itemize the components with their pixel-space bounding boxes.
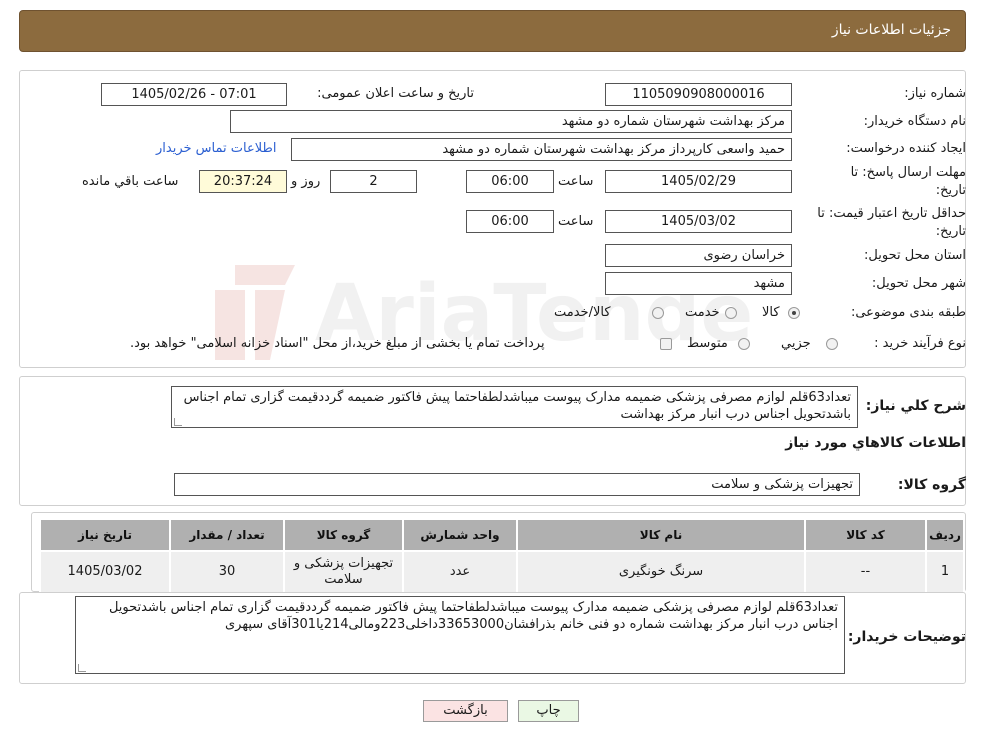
reply-deadline-label-1: مهلت ارسال پاسخ: تا (850, 165, 966, 180)
cell-name: سرنگ خونگیری (516, 550, 806, 594)
resize-grip-icon[interactable] (78, 664, 86, 672)
days-label: روز و (291, 174, 321, 189)
buyer-contact-link[interactable]: اطلاعات تماس خریدار (156, 141, 276, 156)
category-option-service: خدمت (685, 305, 720, 320)
requester-field[interactable]: حمید واسعی کارپرداز مرکز بهداشت شهرستان … (291, 138, 792, 161)
goods-group-label: گروه کالا: (897, 477, 966, 493)
price-validity-time-label: ساعت (558, 214, 594, 229)
col-code-header: کد کالا (804, 518, 927, 552)
purchase-type-radio-medium[interactable] (738, 338, 750, 350)
purchase-type-label: نوع فرآیند خرید : (874, 336, 966, 351)
announce-datetime-field[interactable]: 1405/02/26 - 07:01 (101, 83, 287, 106)
print-button[interactable]: چاپ (518, 700, 579, 722)
col-row-header: ردیف (925, 518, 965, 552)
city-field[interactable]: مشهد (605, 272, 792, 295)
category-option-goods-service: کالا/خدمت (554, 305, 611, 320)
buyer-notes-text: تعداد63قلم لوازم مصرفی پزشکی ضمیمه مدارک… (108, 600, 838, 632)
purchase-type-option-minor: جزیي (781, 336, 811, 351)
cell-code: -- (804, 550, 927, 594)
col-date-header: تاریخ نیاز (39, 518, 171, 552)
back-button[interactable]: بازگشت (423, 700, 508, 722)
table-header-row: ردیف کد کالا نام کالا واحد شمارش گروه کا… (39, 518, 965, 552)
treasury-note-checkbox[interactable] (660, 338, 672, 350)
category-label: طبقه بندی موضوعی: (850, 305, 966, 320)
category-radio-service[interactable] (725, 307, 737, 319)
table-row: 1 -- سرنگ خونگیری عدد تجهیزات پزشکی و سل… (39, 550, 965, 594)
goods-info-title: اطلاعات کالاهاي مورد نیاز (785, 435, 966, 451)
page-title: جزئیات اطلاعات نیاز (831, 22, 951, 38)
buyer-notes-textarea[interactable]: تعداد63قلم لوازم مصرفی پزشکی ضمیمه مدارک… (75, 596, 845, 674)
purchase-type-radio-minor[interactable] (826, 338, 838, 350)
price-validity-time-field[interactable]: 06:00 (466, 210, 554, 233)
cell-row: 1 (925, 550, 965, 594)
category-radio-goods[interactable] (788, 307, 800, 319)
cell-qty: 30 (169, 550, 285, 594)
price-validity-date-field[interactable]: 1405/03/02 (605, 210, 792, 233)
announce-datetime-label: تاریخ و ساعت اعلان عمومی: (317, 86, 474, 101)
resize-grip-icon[interactable] (174, 418, 182, 426)
col-unit-header: واحد شمارش (402, 518, 518, 552)
city-label: شهر محل تحویل: (871, 276, 966, 291)
reply-deadline-date-field[interactable]: 1405/02/29 (605, 170, 792, 193)
requester-label: ایجاد کننده درخواست: (846, 141, 966, 156)
col-group-header: گروه کالا (283, 518, 404, 552)
description-label: شرح کلي نیاز: (865, 398, 966, 414)
cell-unit: عدد (402, 550, 518, 594)
price-validity-label-2: تاریخ: (935, 224, 966, 239)
cell-group: تجهیزات پزشکی و سلامت (283, 550, 404, 594)
col-name-header: نام کالا (516, 518, 806, 552)
description-textarea[interactable]: تعداد63قلم لوازم مصرفی پزشکی ضمیمه مدارک… (171, 386, 858, 428)
page-header: جزئیات اطلاعات نیاز (19, 10, 966, 52)
category-radio-goods-service[interactable] (652, 307, 664, 319)
need-number-field[interactable]: 1105090908000016 (605, 83, 792, 106)
category-option-goods: کالا (762, 305, 780, 320)
buyer-org-field[interactable]: مرکز بهداشت شهرستان شماره دو مشهد (230, 110, 792, 133)
description-text: تعداد63قلم لوازم مصرفی پزشکی ضمیمه مدارک… (183, 390, 851, 422)
items-table: ردیف کد کالا نام کالا واحد شمارش گروه کا… (39, 518, 965, 594)
purchase-type-option-medium: متوسط (687, 336, 728, 351)
province-field[interactable]: خراسان رضوی (605, 244, 792, 267)
reply-deadline-label-2: تاریخ: (935, 183, 966, 198)
cell-date: 1405/03/02 (39, 550, 171, 594)
need-number-label: شماره نیاز: (904, 86, 966, 101)
reply-deadline-time-label: ساعت (558, 174, 594, 189)
treasury-note-text: پرداخت تمام یا بخشی از مبلغ خرید،از محل … (130, 336, 545, 351)
price-validity-label-1: حداقل تاریخ اعتبار قیمت: تا (817, 206, 966, 221)
reply-deadline-days-field[interactable]: 2 (330, 170, 417, 193)
reply-deadline-time-field[interactable]: 06:00 (466, 170, 554, 193)
remaining-time-label: ساعت باقي مانده (82, 174, 179, 189)
goods-group-field[interactable]: تجهیزات پزشکی و سلامت (174, 473, 860, 496)
province-label: استان محل تحویل: (864, 248, 966, 263)
buyer-notes-label: توضیحات خریدار: (847, 629, 966, 645)
buyer-org-label: نام دستگاه خریدار: (863, 114, 966, 129)
remaining-time-field: 20:37:24 (199, 170, 287, 193)
col-qty-header: تعداد / مقدار (169, 518, 285, 552)
